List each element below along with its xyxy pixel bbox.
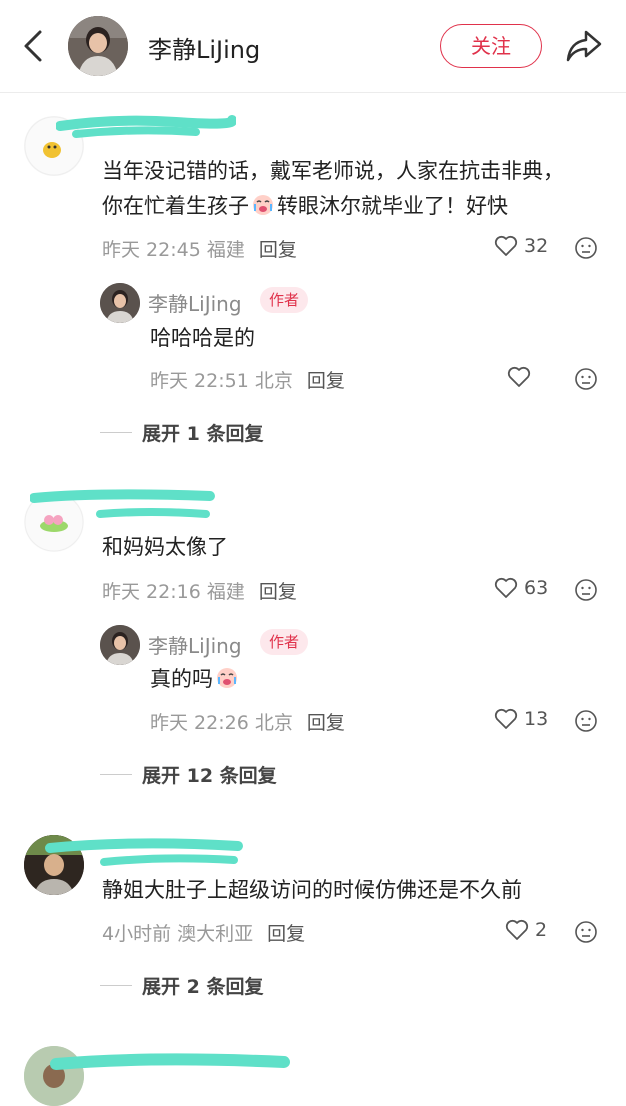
- comment-text: 和妈妈太像了: [102, 535, 228, 559]
- like-button[interactable]: [507, 366, 537, 388]
- author-avatar[interactable]: [100, 283, 140, 323]
- heart-icon: [494, 708, 518, 729]
- chevron-left-icon[interactable]: [20, 28, 48, 64]
- comment-text: 当年没记错的话，戴军老师说，人家在抗击非典，: [102, 159, 564, 183]
- reply-time: 昨天 22:51 北京: [150, 370, 293, 392]
- heart-icon: [494, 577, 518, 598]
- reply-text: 哈哈哈是的: [150, 326, 255, 350]
- like-count: 32: [524, 235, 549, 257]
- top-bar: 李静LiJing 关注: [0, 0, 626, 93]
- author-badge: 作者: [260, 287, 309, 313]
- like-button[interactable]: 13: [494, 708, 548, 730]
- reply-time: 昨天 22:26 北京: [150, 712, 293, 734]
- redaction-mark: [56, 115, 236, 138]
- heart-icon: [507, 366, 531, 387]
- reply-button[interactable]: 回复: [307, 712, 345, 734]
- comment-meta: 4小时前 澳大利亚 回复: [102, 919, 305, 946]
- author-avatar[interactable]: [100, 625, 140, 665]
- dislike-icon[interactable]: [574, 236, 598, 260]
- comment-time: 昨天 22:16 福建: [102, 581, 245, 603]
- dislike-icon[interactable]: [574, 578, 598, 602]
- like-button[interactable]: 32: [494, 235, 548, 257]
- like-count: 2: [535, 919, 548, 941]
- reply-button[interactable]: 回复: [259, 581, 297, 603]
- comment-time: 昨天 22:45 福建: [102, 239, 245, 261]
- comment-time: 4小时前 澳大利亚: [102, 923, 254, 945]
- dislike-icon[interactable]: [574, 367, 598, 391]
- comment-meta: 昨天 22:16 福建 回复: [102, 577, 297, 604]
- reply-button[interactable]: 回复: [307, 370, 345, 392]
- expand-replies-button[interactable]: 展开 2 条回复: [100, 972, 263, 999]
- redaction-mark: [45, 838, 243, 866]
- page-title: 李静LiJing: [148, 36, 261, 64]
- expand-replies-button[interactable]: 展开 12 条回复: [100, 761, 277, 788]
- reply-text: 真的吗: [150, 663, 241, 695]
- like-count: 13: [524, 708, 549, 730]
- reply-button[interactable]: 回复: [267, 923, 305, 945]
- expand-replies-button[interactable]: 展开 1 条回复: [100, 419, 263, 446]
- redaction-mark: [50, 1053, 290, 1070]
- comment-meta: 昨天 22:45 福建 回复: [102, 235, 297, 262]
- divider: [100, 985, 132, 986]
- like-button[interactable]: 2: [505, 919, 547, 941]
- reply-meta: 昨天 22:26 北京 回复: [150, 708, 345, 735]
- like-button[interactable]: 63: [494, 577, 548, 599]
- dislike-icon[interactable]: [574, 709, 598, 733]
- comment-text-line: 你在忙着生孩子 转眼沐尔就毕业了！好快: [102, 194, 508, 218]
- crying-face-icon: [253, 195, 273, 215]
- share-icon[interactable]: [564, 28, 604, 64]
- redaction-mark: [30, 489, 215, 518]
- heart-icon: [494, 235, 518, 256]
- comment-text: 静姐大肚子上超级访问的时候仿佛还是不久前: [102, 878, 522, 902]
- reply-author-name[interactable]: 李静LiJing: [148, 288, 242, 317]
- divider: [100, 774, 132, 775]
- reply-button[interactable]: 回复: [259, 239, 297, 261]
- heart-icon: [505, 919, 529, 940]
- divider: [100, 432, 132, 433]
- reply-author-name[interactable]: 李静LiJing: [148, 630, 242, 659]
- dislike-icon[interactable]: [574, 920, 598, 944]
- author-avatar[interactable]: [68, 16, 128, 76]
- crying-face-icon: [217, 668, 237, 688]
- follow-button[interactable]: 关注: [440, 24, 542, 68]
- like-count: 63: [524, 577, 549, 599]
- reply-meta: 昨天 22:51 北京 回复: [150, 366, 345, 393]
- author-badge: 作者: [260, 629, 309, 655]
